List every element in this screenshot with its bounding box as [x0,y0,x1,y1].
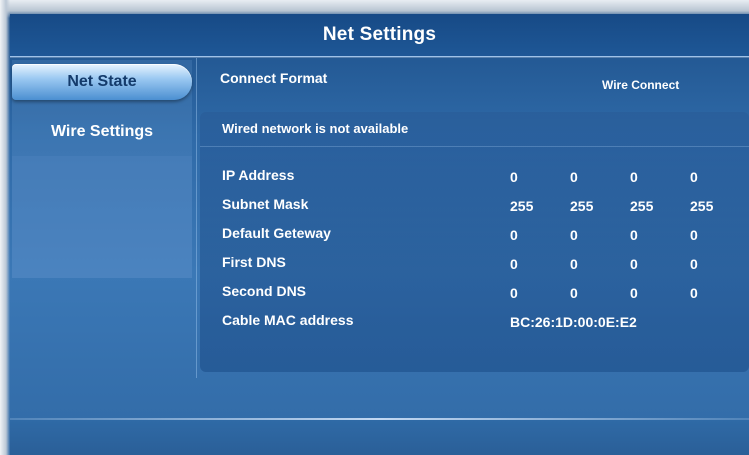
second-dns-octet-3[interactable]: 0 [630,285,638,301]
sidebar-item-label: Net State [67,73,137,90]
second-dns-octet-4[interactable]: 0 [690,285,698,301]
ip-address-octet-4[interactable]: 0 [690,169,698,185]
default-gateway-octet-3[interactable]: 0 [630,227,638,243]
mac-address-value: BC:26:1D:00:0E:E2 [510,314,637,330]
ip-address-octet-2[interactable]: 0 [570,169,578,185]
first-dns-octet-2[interactable]: 0 [570,256,578,272]
first-dns-label: First DNS [222,254,286,270]
second-dns-label: Second DNS [222,283,307,299]
ip-address-octet-3[interactable]: 0 [630,169,638,185]
second-dns-octet-2[interactable]: 0 [570,285,578,301]
connect-format-row: Connect Format Wire Connect [220,70,740,100]
net-settings-screen: Net Settings Net State Wire Settings Con… [0,0,749,455]
sidebar-item-label: Wire Settings [50,123,154,140]
first-dns-octet-1[interactable]: 0 [510,256,518,272]
sidebar-item-net-state[interactable]: Net State [12,64,192,100]
connect-format-value[interactable]: Wire Connect [602,78,679,92]
sidebar-item-wire-settings[interactable]: Wire Settings [12,114,192,150]
second-dns-row: Second DNS 0 0 0 0 [200,283,749,307]
title-bar: Net Settings [10,14,749,57]
subnet-mask-octet-3[interactable]: 255 [630,198,653,214]
page-title: Net Settings [322,24,437,45]
divider [200,146,749,147]
connect-format-label: Connect Format [220,70,328,86]
ip-address-row: IP Address 0 0 0 0 [200,167,749,191]
first-dns-octet-3[interactable]: 0 [630,256,638,272]
mac-address-row: Cable MAC address BC:26:1D:00:0E:E2 [200,312,749,336]
first-dns-octet-4[interactable]: 0 [690,256,698,272]
subnet-mask-row: Subnet Mask 255 255 255 255 [200,196,749,220]
default-gateway-row: Default Geteway 0 0 0 0 [200,225,749,249]
default-gateway-octet-4[interactable]: 0 [690,227,698,243]
subnet-mask-octet-2[interactable]: 255 [570,198,593,214]
first-dns-row: First DNS 0 0 0 0 [200,254,749,278]
subnet-mask-label: Subnet Mask [222,196,309,212]
sidebar-empty-area [12,156,192,278]
second-dns-octet-1[interactable]: 0 [510,285,518,301]
default-gateway-label: Default Geteway [222,225,331,241]
network-info-panel: Wired network is not available IP Addres… [200,112,749,372]
subnet-mask-octet-1[interactable]: 255 [510,198,533,214]
subnet-mask-octet-4[interactable]: 255 [690,198,713,214]
sidebar: Net State Wire Settings [12,60,192,278]
ip-address-octet-1[interactable]: 0 [510,169,518,185]
default-gateway-octet-2[interactable]: 0 [570,227,578,243]
default-gateway-octet-1[interactable]: 0 [510,227,518,243]
ip-address-label: IP Address [222,167,295,183]
network-status-text: Wired network is not available [222,121,409,136]
vertical-divider [196,58,197,378]
bottom-bar [10,420,749,455]
mac-address-label: Cable MAC address [222,312,354,328]
